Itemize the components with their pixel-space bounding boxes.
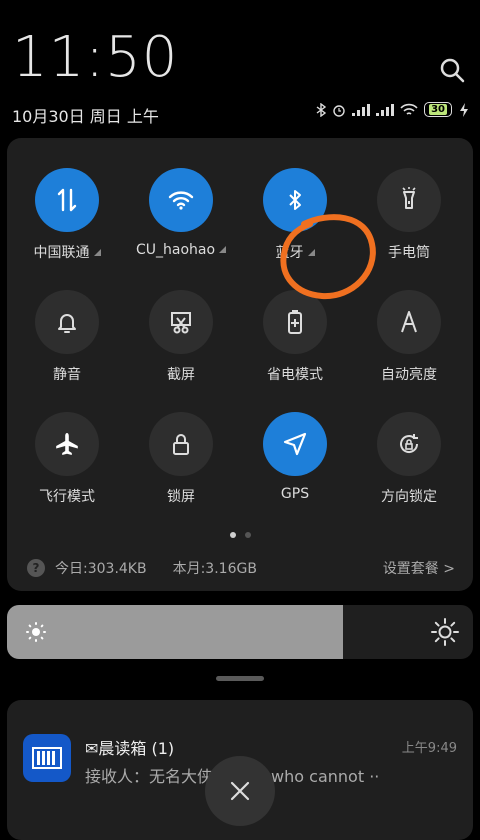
toggle-bell[interactable]: 静音 bbox=[10, 290, 124, 384]
brightness-high-icon bbox=[431, 618, 459, 646]
data-usage-bar: ? 今日:303.4KB 本月:3.16GB 设置套餐 > bbox=[27, 558, 455, 578]
date-label: 10月30日 周日 上午 bbox=[12, 107, 159, 126]
clear-all-button[interactable] bbox=[205, 756, 275, 826]
wifi-icon bbox=[168, 191, 194, 210]
toggle-bluetooth[interactable]: 蓝牙 bbox=[238, 168, 352, 262]
data-transfer-icon bbox=[57, 188, 77, 212]
toggle-location-arrow[interactable]: GPS bbox=[238, 412, 352, 502]
status-bar-icons: 30 bbox=[316, 102, 470, 117]
toggle-battery-saver[interactable]: 省电模式 bbox=[238, 290, 352, 384]
expand-arrow-icon[interactable] bbox=[93, 249, 101, 256]
toggle-label-text: 截屏 bbox=[167, 367, 195, 383]
quick-settings-panel: 中国联通 CU_haohao 蓝牙 手电筒静音 截屏 省电模式 自动亮度飞行模式 锁屏 GPS 方… bbox=[7, 138, 473, 591]
toggle-button[interactable] bbox=[263, 168, 327, 232]
toggle-label: 蓝牙 bbox=[238, 242, 352, 262]
toggle-label-text: 手电筒 bbox=[388, 245, 430, 261]
toggle-screenshot[interactable]: 截屏 bbox=[124, 290, 238, 384]
notification-time: 上午9:49 bbox=[401, 741, 457, 756]
toggle-button[interactable] bbox=[377, 168, 441, 232]
toggle-button[interactable] bbox=[263, 412, 327, 476]
toggle-button[interactable] bbox=[149, 168, 213, 232]
help-icon[interactable]: ? bbox=[27, 559, 45, 577]
toggle-label-text: 省电模式 bbox=[267, 367, 323, 383]
expand-arrow-icon[interactable] bbox=[307, 249, 315, 256]
expand-arrow-icon[interactable] bbox=[219, 246, 227, 253]
auto-brightness-icon bbox=[401, 311, 417, 333]
toggle-label: 省电模式 bbox=[238, 364, 352, 384]
toggle-label: 自动亮度 bbox=[352, 364, 466, 384]
toggle-flashlight[interactable]: 手电筒 bbox=[352, 168, 466, 262]
toggle-button[interactable] bbox=[377, 290, 441, 354]
toggle-rotation-lock[interactable]: 方向锁定 bbox=[352, 412, 466, 506]
toggle-label: 方向锁定 bbox=[352, 486, 466, 506]
toggle-label-text: 锁屏 bbox=[167, 489, 195, 505]
toggle-button[interactable] bbox=[149, 412, 213, 476]
battery-saver-icon bbox=[288, 310, 302, 334]
toggle-label: GPS bbox=[238, 486, 352, 502]
toggle-label: 飞行模式 bbox=[10, 486, 124, 506]
toggle-label-text: 中国联通 bbox=[33, 245, 90, 261]
signal-hd-icon bbox=[376, 103, 395, 116]
page-dot-1[interactable] bbox=[229, 532, 236, 538]
bell-icon bbox=[58, 314, 76, 333]
toggle-button[interactable] bbox=[149, 290, 213, 354]
drag-handle[interactable] bbox=[216, 676, 264, 681]
charging-icon bbox=[460, 102, 468, 117]
toggle-label-text: CU_haohao bbox=[135, 242, 216, 258]
clock-time: 11:50 bbox=[12, 25, 179, 90]
bluetooth-status-icon bbox=[316, 102, 327, 117]
notification-title: ✉晨读箱 (1) bbox=[85, 739, 175, 758]
wifi-status-icon bbox=[400, 103, 418, 115]
toggle-label-text: GPS bbox=[280, 486, 310, 502]
toggle-button[interactable] bbox=[35, 412, 99, 476]
toggle-label: CU_haohao bbox=[124, 242, 238, 258]
battery-indicator: 30 bbox=[424, 102, 452, 117]
airplane-icon bbox=[56, 433, 78, 455]
toggle-label-text: 方向锁定 bbox=[381, 489, 437, 505]
toggle-label-text: 静音 bbox=[53, 367, 81, 383]
location-arrow-icon bbox=[283, 432, 307, 456]
toggle-label: 静音 bbox=[10, 364, 124, 384]
toggle-wifi[interactable]: CU_haohao bbox=[124, 168, 238, 258]
brightness-fill[interactable] bbox=[7, 605, 343, 659]
app-icon bbox=[23, 734, 71, 782]
toggle-label: 手电筒 bbox=[352, 242, 466, 262]
usage-today: 今日:303.4KB bbox=[55, 561, 147, 577]
toggle-button[interactable] bbox=[377, 412, 441, 476]
brightness-low-icon bbox=[26, 622, 46, 642]
toggle-data-transfer[interactable]: 中国联通 bbox=[10, 168, 124, 262]
flashlight-icon bbox=[402, 187, 416, 209]
bluetooth-icon bbox=[289, 190, 301, 210]
alarm-icon bbox=[333, 104, 345, 117]
page-dot-2[interactable] bbox=[244, 532, 251, 538]
mail-app-logo-icon bbox=[32, 747, 62, 769]
close-icon bbox=[230, 781, 250, 801]
toggle-lock[interactable]: 锁屏 bbox=[124, 412, 238, 506]
rotation-lock-icon bbox=[400, 434, 419, 453]
toggle-label-text: 自动亮度 bbox=[381, 367, 437, 383]
screenshot-icon bbox=[171, 312, 191, 334]
toggle-label: 锁屏 bbox=[124, 486, 238, 506]
toggle-button[interactable] bbox=[35, 290, 99, 354]
battery-level: 30 bbox=[429, 104, 447, 115]
search-icon[interactable] bbox=[438, 56, 466, 84]
toggle-label: 中国联通 bbox=[10, 242, 124, 262]
toggle-label: 截屏 bbox=[124, 364, 238, 384]
toggle-auto-brightness[interactable]: 自动亮度 bbox=[352, 290, 466, 384]
lock-icon bbox=[173, 434, 189, 455]
toggle-label-text: 飞行模式 bbox=[39, 489, 95, 505]
toggle-label-text: 蓝牙 bbox=[275, 245, 304, 261]
brightness-slider[interactable] bbox=[7, 605, 473, 659]
toggle-airplane[interactable]: 飞行模式 bbox=[10, 412, 124, 506]
plan-settings-link[interactable]: 设置套餐 > bbox=[383, 558, 455, 578]
signal-icon bbox=[352, 103, 371, 116]
page-indicator bbox=[7, 532, 473, 538]
toggle-button[interactable] bbox=[35, 168, 99, 232]
usage-month: 本月:3.16GB bbox=[172, 561, 257, 577]
toggle-button[interactable] bbox=[263, 290, 327, 354]
